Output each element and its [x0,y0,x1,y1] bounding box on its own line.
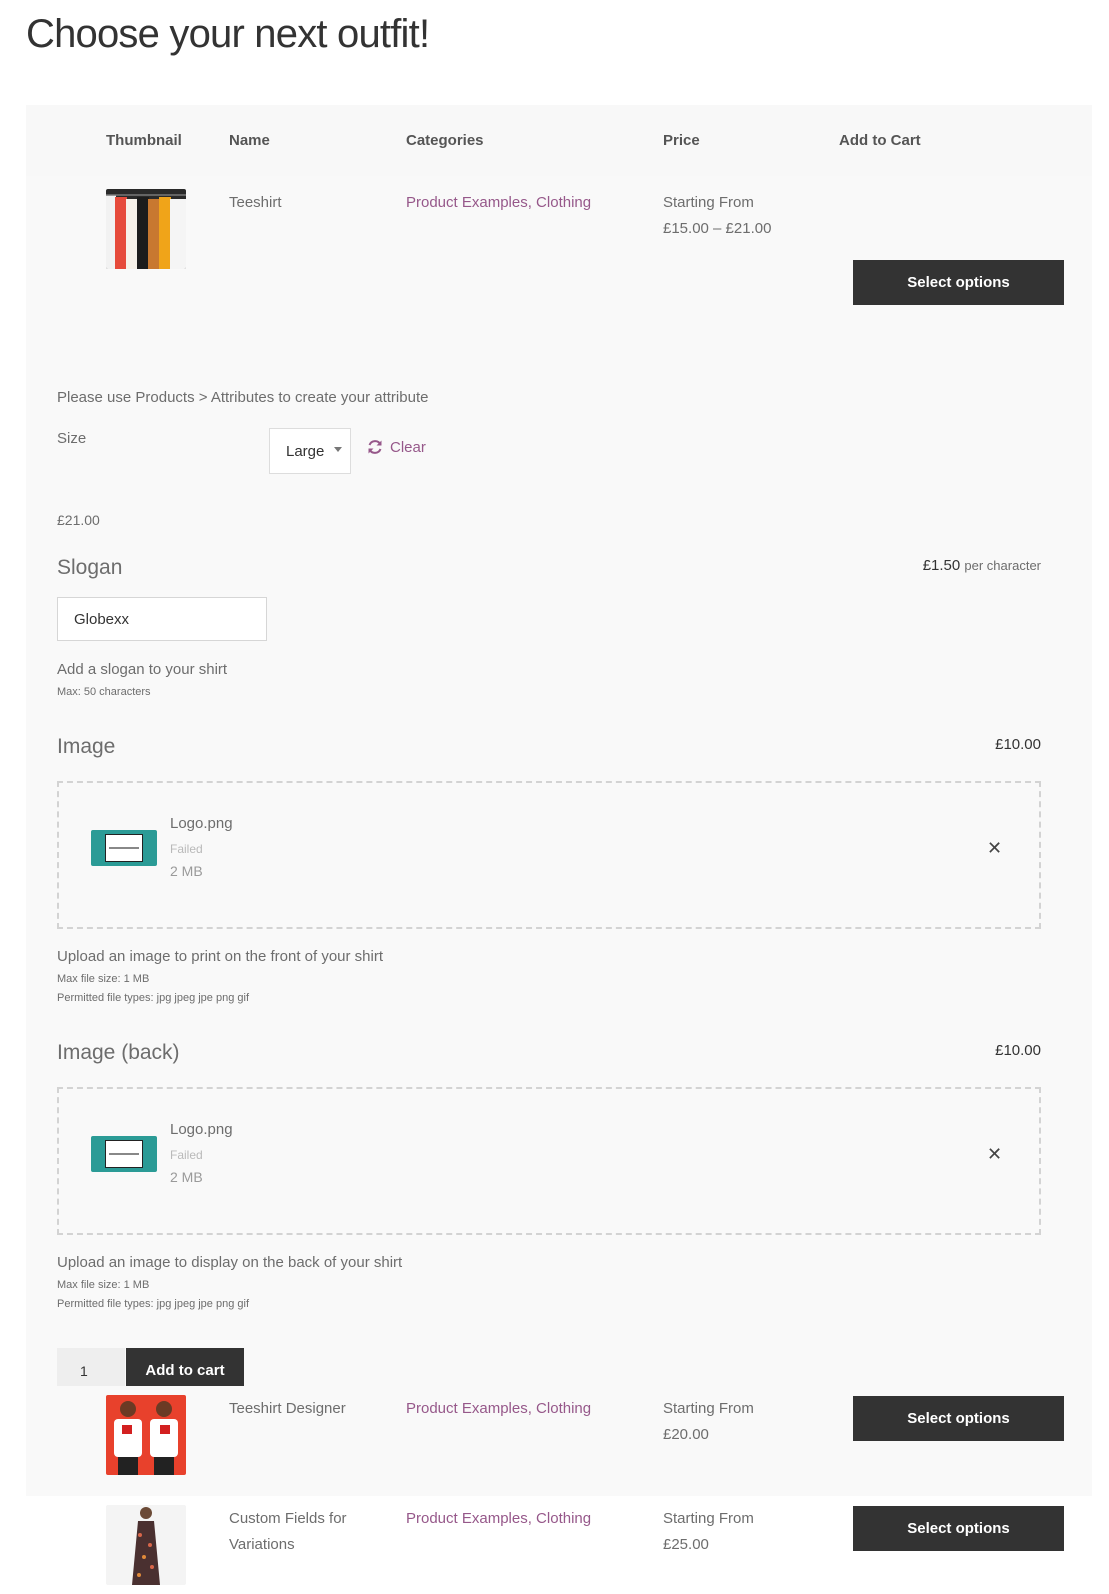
header-add-to-cart: Add to Cart [839,132,921,149]
file-size: 2 MB [170,863,203,879]
file-name: Logo.png [170,815,233,832]
product-thumbnail[interactable] [106,189,186,269]
select-options-button[interactable]: Select options [853,1506,1064,1551]
price-range: £15.00 – £21.00 [663,220,772,237]
select-options-button[interactable]: Select options [853,1396,1064,1441]
image-back-title: Image (back) [57,1041,180,1064]
price-range: £20.00 [663,1426,709,1443]
quantity-value: 1 [80,1362,88,1379]
product-name[interactable]: Teeshirt Designer [229,1396,346,1422]
file-preview [91,830,157,866]
select-options-button[interactable]: Select options [853,260,1064,305]
price-label: Starting From [663,1400,754,1417]
product-table: Thumbnail Name Categories Price Add to C… [26,105,1092,1594]
image-back-dropzone[interactable]: Logo.png Failed 2 MB ✕ [57,1087,1041,1235]
close-icon[interactable]: ✕ [987,838,1002,859]
header-thumbnail: Thumbnail [106,132,182,149]
slogan-max: Max: 50 characters [57,686,151,698]
product-categories[interactable]: Product Examples, Clothing [406,1506,591,1532]
slogan-price-amount: £1.50 [922,557,961,574]
price-label: Starting From [663,194,754,211]
page-title: Choose your next outfit! [26,12,430,56]
table-row-custom-fields: Custom Fields for Variations Product Exa… [26,1496,1092,1594]
image-back-price: £10.00 [995,1042,1041,1059]
close-icon[interactable]: ✕ [987,1144,1002,1165]
product-categories[interactable]: Product Examples, Clothing [406,1396,591,1422]
size-select-value: Large [286,442,325,460]
clear-label: Clear [390,438,426,456]
product-thumbnail[interactable] [106,1505,186,1585]
file-status: Failed [170,842,203,856]
slogan-price-unit: per character [964,558,1041,573]
image-back-help: Upload an image to display on the back o… [57,1254,403,1271]
file-preview [91,1136,157,1172]
image-front-title: Image [57,735,116,758]
image-front-dropzone[interactable]: Logo.png Failed 2 MB ✕ [57,781,1041,929]
size-select[interactable]: Large [269,428,351,474]
product-categories[interactable]: Product Examples, Clothing [406,190,591,216]
image-front-help: Upload an image to print on the front of… [57,948,384,965]
image-back-types: Permitted file types: jpg jpeg jpe png g… [57,1298,250,1310]
product-name-line-2[interactable]: Variations [229,1532,295,1558]
header-name: Name [229,132,270,149]
size-label: Size [57,430,87,447]
file-size: 2 MB [170,1169,203,1185]
image-front-types: Permitted file types: jpg jpeg jpe png g… [57,992,250,1004]
slogan-input[interactable]: Globexx [57,597,267,641]
price-label: Starting From [663,1510,754,1527]
slogan-price: £1.50 per character [923,557,1041,574]
image-front-price: £10.00 [995,736,1041,753]
refresh-icon [368,440,382,454]
image-front-max-size: Max file size: 1 MB [57,973,150,985]
file-status: Failed [170,1148,203,1162]
header-categories: Categories [406,132,484,149]
chevron-down-icon [334,447,342,452]
table-header: Thumbnail Name Categories Price Add to C… [26,105,1092,176]
clear-button[interactable]: Clear [366,438,426,456]
attribute-notice: Please use Products > Attributes to crea… [57,389,429,406]
selected-price: £21.00 [57,512,100,528]
variation-form: Teeshirt Product Examples, Clothing Star… [26,176,1092,1393]
product-name[interactable]: Teeshirt [229,190,282,216]
header-price: Price [663,132,700,149]
slogan-help: Add a slogan to your shirt [57,661,228,678]
slogan-title: Slogan [57,556,123,579]
file-name: Logo.png [170,1121,233,1138]
table-row-teeshirt: Teeshirt Product Examples, Clothing Star… [26,176,1092,1393]
product-thumbnail[interactable] [106,1395,186,1475]
slogan-input-value: Globexx [74,610,130,628]
product-name-line-1[interactable]: Custom Fields for [229,1506,347,1532]
image-back-max-size: Max file size: 1 MB [57,1279,150,1291]
price-range: £25.00 [663,1536,709,1553]
table-row-teeshirt-designer: Teeshirt Designer Product Examples, Clot… [26,1386,1092,1496]
